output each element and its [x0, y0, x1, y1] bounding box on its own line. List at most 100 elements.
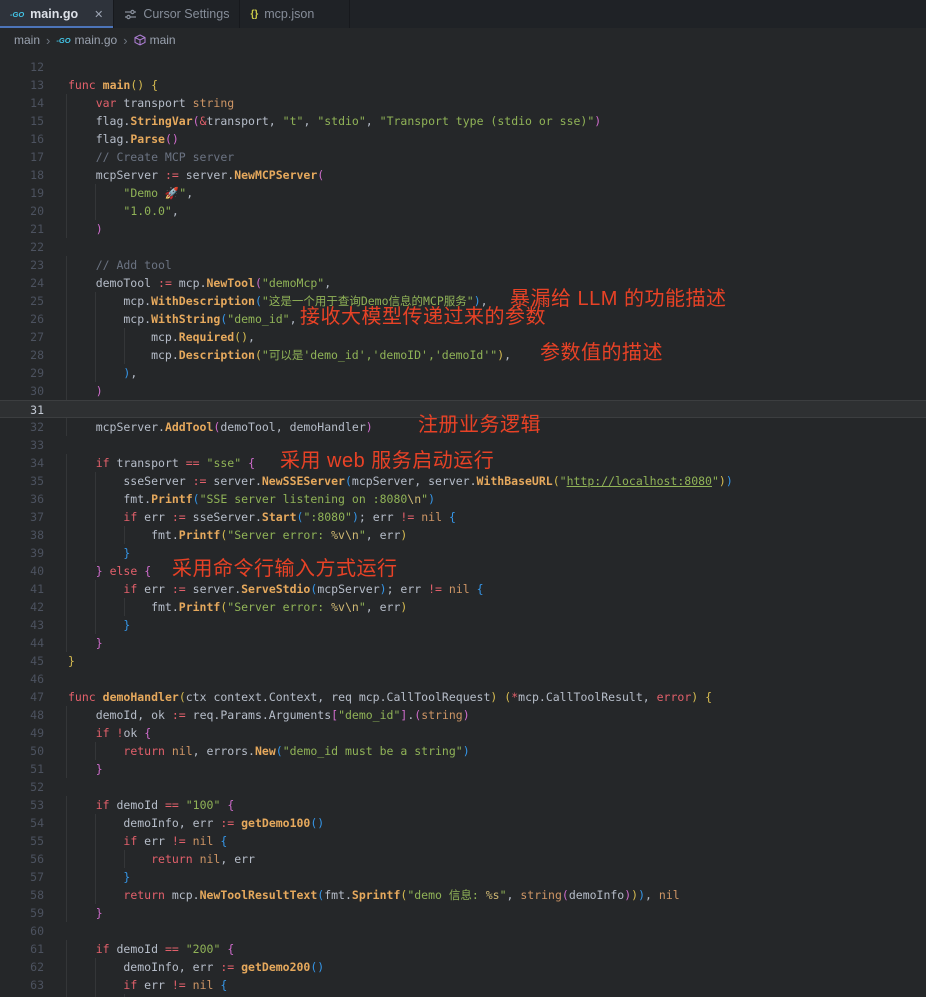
line-number: 15 — [0, 112, 44, 130]
code-line[interactable]: 57 } — [0, 868, 926, 886]
indent-guide — [66, 598, 67, 616]
code-text: } — [68, 904, 103, 922]
line-number: 28 — [0, 346, 44, 364]
code-text: mcp.Required(), — [68, 328, 255, 346]
code-line[interactable]: 36 fmt.Printf("SSE server listening on :… — [0, 490, 926, 508]
code-line[interactable]: 28 mcp.Description("可以是'demo_id','demoID… — [0, 346, 926, 364]
breadcrumb-item-main-go-1[interactable]: -GOmain.go — [56, 33, 117, 47]
line-number: 62 — [0, 958, 44, 976]
code-line[interactable]: 16 flag.Parse() — [0, 130, 926, 148]
indent-guide — [66, 616, 67, 634]
tab-mcp-json[interactable]: {}mcp.json — [240, 0, 350, 28]
line-number: 43 — [0, 616, 44, 634]
line-number: 57 — [0, 868, 44, 886]
line-number: 16 — [0, 130, 44, 148]
code-line[interactable]: 39 } — [0, 544, 926, 562]
code-text: sseServer := server.NewSSEServer(mcpServ… — [68, 472, 733, 490]
code-text: if err != nil { — [68, 976, 227, 994]
indent-guide — [66, 382, 67, 400]
code-text: ) — [68, 382, 103, 400]
code-line[interactable]: 46 — [0, 670, 926, 688]
code-text: } — [68, 634, 103, 652]
indent-guide — [66, 274, 67, 292]
code-text: if !ok { — [68, 724, 151, 742]
line-number: 30 — [0, 382, 44, 400]
tab-main-go[interactable]: -GOmain.go✕ — [0, 0, 114, 28]
code-line[interactable]: 58 return mcp.NewToolResultText(fmt.Spri… — [0, 886, 926, 904]
code-line[interactable]: 37 if err := sseServer.Start(":8080"); e… — [0, 508, 926, 526]
code-editor[interactable]: 1213func main() {14 var transport string… — [0, 52, 926, 997]
code-line[interactable]: 27 mcp.Required(), — [0, 328, 926, 346]
code-line[interactable]: 45} — [0, 652, 926, 670]
tab-cursor-settings[interactable]: Cursor Settings — [114, 0, 240, 28]
code-line[interactable]: 17 // Create MCP server — [0, 148, 926, 166]
code-line[interactable]: 59 } — [0, 904, 926, 922]
code-line[interactable]: 61 if demoId == "200" { — [0, 940, 926, 958]
code-text: flag.Parse() — [68, 130, 179, 148]
indent-guide — [66, 958, 67, 976]
indent-guide — [66, 166, 67, 184]
code-line[interactable]: 21 ) — [0, 220, 926, 238]
code-line[interactable]: 15 flag.StringVar(&transport, "t", "stdi… — [0, 112, 926, 130]
go-logo-icon: -GO — [56, 36, 70, 45]
line-number: 17 — [0, 148, 44, 166]
code-line[interactable]: 48 demoId, ok := req.Params.Arguments["d… — [0, 706, 926, 724]
line-number: 49 — [0, 724, 44, 742]
code-line[interactable]: 12 — [0, 58, 926, 76]
code-text: if transport == "sse" { — [68, 454, 255, 472]
annotation: 注册业务逻辑 — [418, 415, 541, 435]
code-line[interactable]: 20 "1.0.0", — [0, 202, 926, 220]
breadcrumb-item-main-2[interactable]: main — [134, 33, 176, 47]
code-line[interactable]: 47func demoHandler(ctx context.Context, … — [0, 688, 926, 706]
code-line[interactable]: 53 if demoId == "100" { — [0, 796, 926, 814]
code-line[interactable]: 63 if err != nil { — [0, 976, 926, 994]
breadcrumb-item-main-0[interactable]: main — [14, 33, 40, 47]
code-line[interactable]: 13func main() { — [0, 76, 926, 94]
code-line[interactable]: 18 mcpServer := server.NewMCPServer( — [0, 166, 926, 184]
code-line[interactable]: 50 return nil, errors.New("demo_id must … — [0, 742, 926, 760]
code-text: mcpServer.AddTool(demoTool, demoHandler) — [68, 418, 373, 436]
line-number: 32 — [0, 418, 44, 436]
go-logo-icon: -GO — [10, 10, 24, 19]
code-line[interactable]: 14 var transport string — [0, 94, 926, 112]
code-line[interactable]: 29 ), — [0, 364, 926, 382]
code-line[interactable]: 41 if err := server.ServeStdio(mcpServer… — [0, 580, 926, 598]
chevron-right-icon: › — [123, 33, 127, 48]
code-line[interactable]: 44 } — [0, 634, 926, 652]
code-line[interactable]: 56 return nil, err — [0, 850, 926, 868]
indent-guide — [66, 184, 67, 202]
code-line[interactable]: 30 ) — [0, 382, 926, 400]
indent-guide — [66, 310, 67, 328]
indent-guide — [66, 580, 67, 598]
code-line[interactable]: 62 demoInfo, err := getDemo200() — [0, 958, 926, 976]
code-line[interactable]: 43 } — [0, 616, 926, 634]
line-number: 56 — [0, 850, 44, 868]
indent-guide — [66, 94, 67, 112]
code-line[interactable]: 35 sseServer := server.NewSSEServer(mcpS… — [0, 472, 926, 490]
code-line[interactable]: 51 } — [0, 760, 926, 778]
code-line[interactable]: 24 demoTool := mcp.NewTool("demoMcp", — [0, 274, 926, 292]
code-line[interactable]: 54 demoInfo, err := getDemo100() — [0, 814, 926, 832]
code-text: ) — [68, 220, 103, 238]
indent-guide — [66, 886, 67, 904]
code-text: mcpServer := server.NewMCPServer( — [68, 166, 324, 184]
code-line[interactable]: 22 — [0, 238, 926, 256]
code-line[interactable]: 52 — [0, 778, 926, 796]
code-line[interactable]: 19 "Demo 🚀", — [0, 184, 926, 202]
line-number: 35 — [0, 472, 44, 490]
code-text: return nil, err — [68, 850, 255, 868]
indent-guide — [66, 130, 67, 148]
code-line[interactable]: 23 // Add tool — [0, 256, 926, 274]
code-text: } — [68, 652, 75, 670]
indent-guide — [66, 742, 67, 760]
code-line[interactable]: 49 if !ok { — [0, 724, 926, 742]
indent-guide — [66, 472, 67, 490]
close-icon[interactable]: ✕ — [94, 8, 103, 21]
package-cube-icon — [134, 34, 146, 46]
code-line[interactable]: 38 fmt.Printf("Server error: %v\n", err) — [0, 526, 926, 544]
code-line[interactable]: 55 if err != nil { — [0, 832, 926, 850]
code-line[interactable]: 40 } else { — [0, 562, 926, 580]
code-line[interactable]: 60 — [0, 922, 926, 940]
code-line[interactable]: 42 fmt.Printf("Server error: %v\n", err) — [0, 598, 926, 616]
line-number: 34 — [0, 454, 44, 472]
